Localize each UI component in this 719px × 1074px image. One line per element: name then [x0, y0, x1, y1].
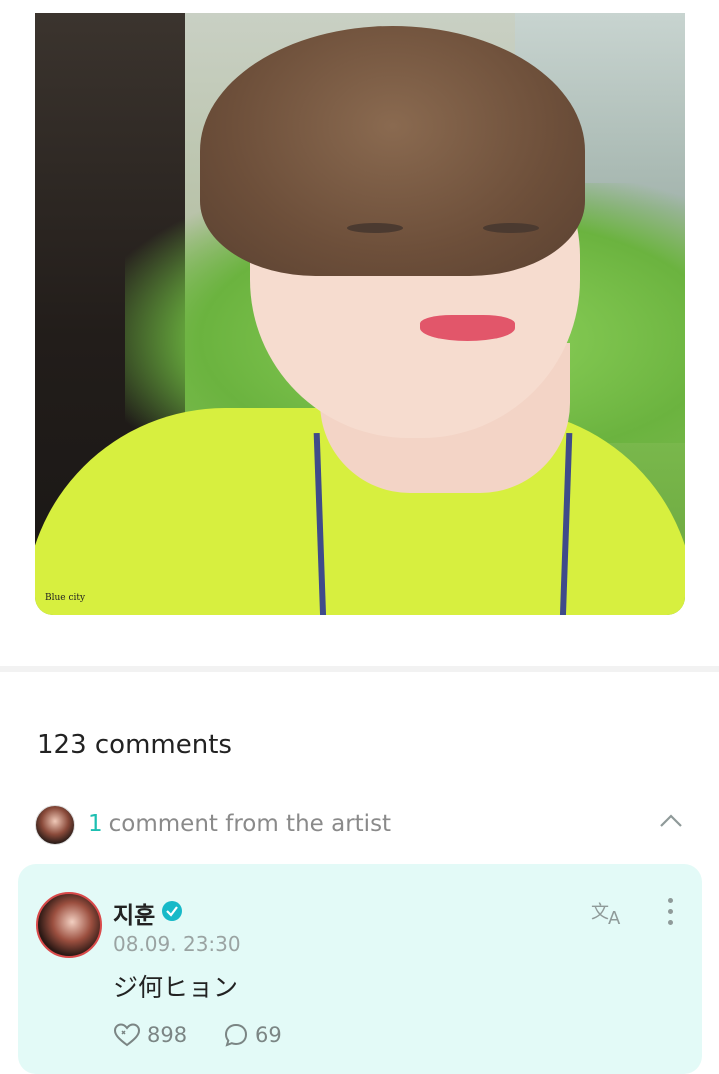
comments-count: 123 comments [37, 730, 232, 760]
svg-text:文: 文 [591, 902, 609, 923]
artist-mini-avatar [35, 805, 75, 845]
section-divider [0, 666, 719, 672]
post-photo[interactable]: Blue city [35, 13, 685, 615]
avatar[interactable] [36, 892, 102, 958]
verified-check-icon [162, 901, 182, 921]
artist-comment-card: 지훈 08.09. 23:30 ジ何ヒョン 文 A 898 69 [18, 864, 702, 1074]
photo-watermark: Blue city [45, 593, 86, 603]
artist-comment-count: 1 [88, 811, 103, 837]
heart-like-icon [113, 1023, 141, 1047]
translate-icon[interactable]: 文 A [591, 898, 627, 929]
artist-comment-label: comment from the artist [108, 811, 392, 837]
photo-eye-right [483, 223, 539, 233]
comment-author[interactable]: 지훈 [113, 896, 155, 930]
reply-count: 69 [255, 1023, 282, 1047]
photo-hair [200, 26, 585, 276]
photo-eye-left [347, 223, 403, 233]
comment-bubble-icon [224, 1023, 248, 1047]
artist-comments-summary: 1 comment from the artist [88, 811, 391, 837]
comment-timestamp: 08.09. 23:30 [113, 932, 241, 956]
comment-text: ジ何ヒョン [113, 973, 239, 1002]
reply-button[interactable]: 69 [223, 1022, 282, 1048]
svg-text:A: A [608, 908, 621, 928]
more-vertical-icon[interactable] [663, 898, 677, 932]
like-button[interactable]: 898 [113, 1022, 187, 1048]
like-count: 898 [147, 1023, 188, 1047]
artist-comments-toggle[interactable]: 1 comment from the artist [35, 803, 689, 847]
chevron-up-icon[interactable] [659, 809, 683, 833]
photo-mouth [420, 315, 515, 341]
